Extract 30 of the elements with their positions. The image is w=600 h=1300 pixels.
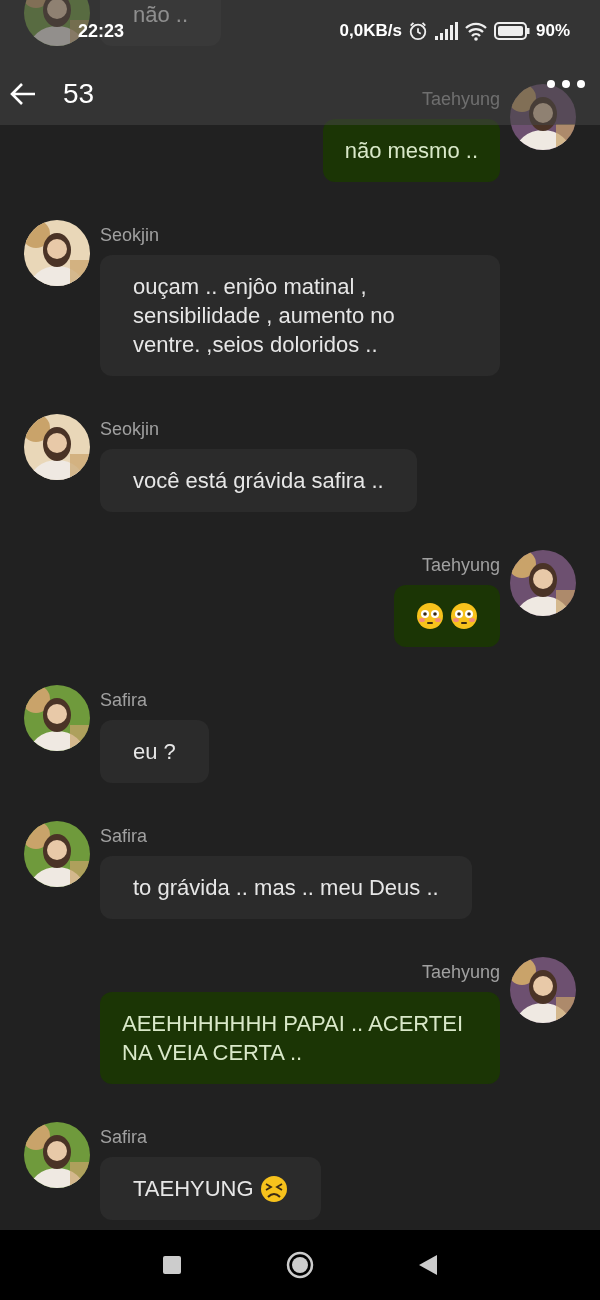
sender-name: Seokjin <box>100 418 160 441</box>
sender-name: Safira <box>100 825 148 848</box>
signal-icon <box>433 21 458 41</box>
message-bubble: eu ? <box>100 720 209 783</box>
back-nav-button[interactable] <box>419 1255 437 1275</box>
sender-name: Safira <box>100 1126 148 1149</box>
flushed-face-icon <box>416 602 444 630</box>
battery-icon <box>493 22 530 40</box>
chat-title: 53 <box>63 77 95 110</box>
sender-name: Taehyung <box>421 961 500 984</box>
sender-name: Taehyung <box>421 554 500 577</box>
sender-name: Taehyung <box>421 88 500 111</box>
battery-level: 90% <box>535 21 570 41</box>
more-options-icon[interactable] <box>546 78 586 89</box>
message-bubble: você está grávida safira .. <box>100 449 417 512</box>
message-bubble: não mesmo .. <box>322 119 500 182</box>
alarm-icon <box>407 21 428 41</box>
status-time: 22:23 <box>78 20 125 42</box>
message-bubble: TAEHYUNG <box>100 1157 321 1220</box>
squinting-face-icon <box>259 1174 288 1203</box>
wifi-icon <box>463 21 488 41</box>
message-bubble: ouçam .. enjôo matinal , sensibilidade , aumento no ventre. ,seios doloridos .. <box>100 255 500 376</box>
message-bubble: to grávida .. mas .. meu Deus .. <box>100 856 472 919</box>
message-bubble: AEEHHHHHHH PAPAI .. ACERTEI NA VEIA CERTA .. <box>100 992 500 1084</box>
network-speed: 0,0KB/s <box>339 21 402 41</box>
home-button[interactable] <box>286 1251 314 1279</box>
back-button[interactable] <box>10 80 38 107</box>
sender-name: Safira <box>100 689 148 712</box>
flushed-face-icon <box>450 602 478 630</box>
sender-name: Seokjin <box>100 224 160 247</box>
